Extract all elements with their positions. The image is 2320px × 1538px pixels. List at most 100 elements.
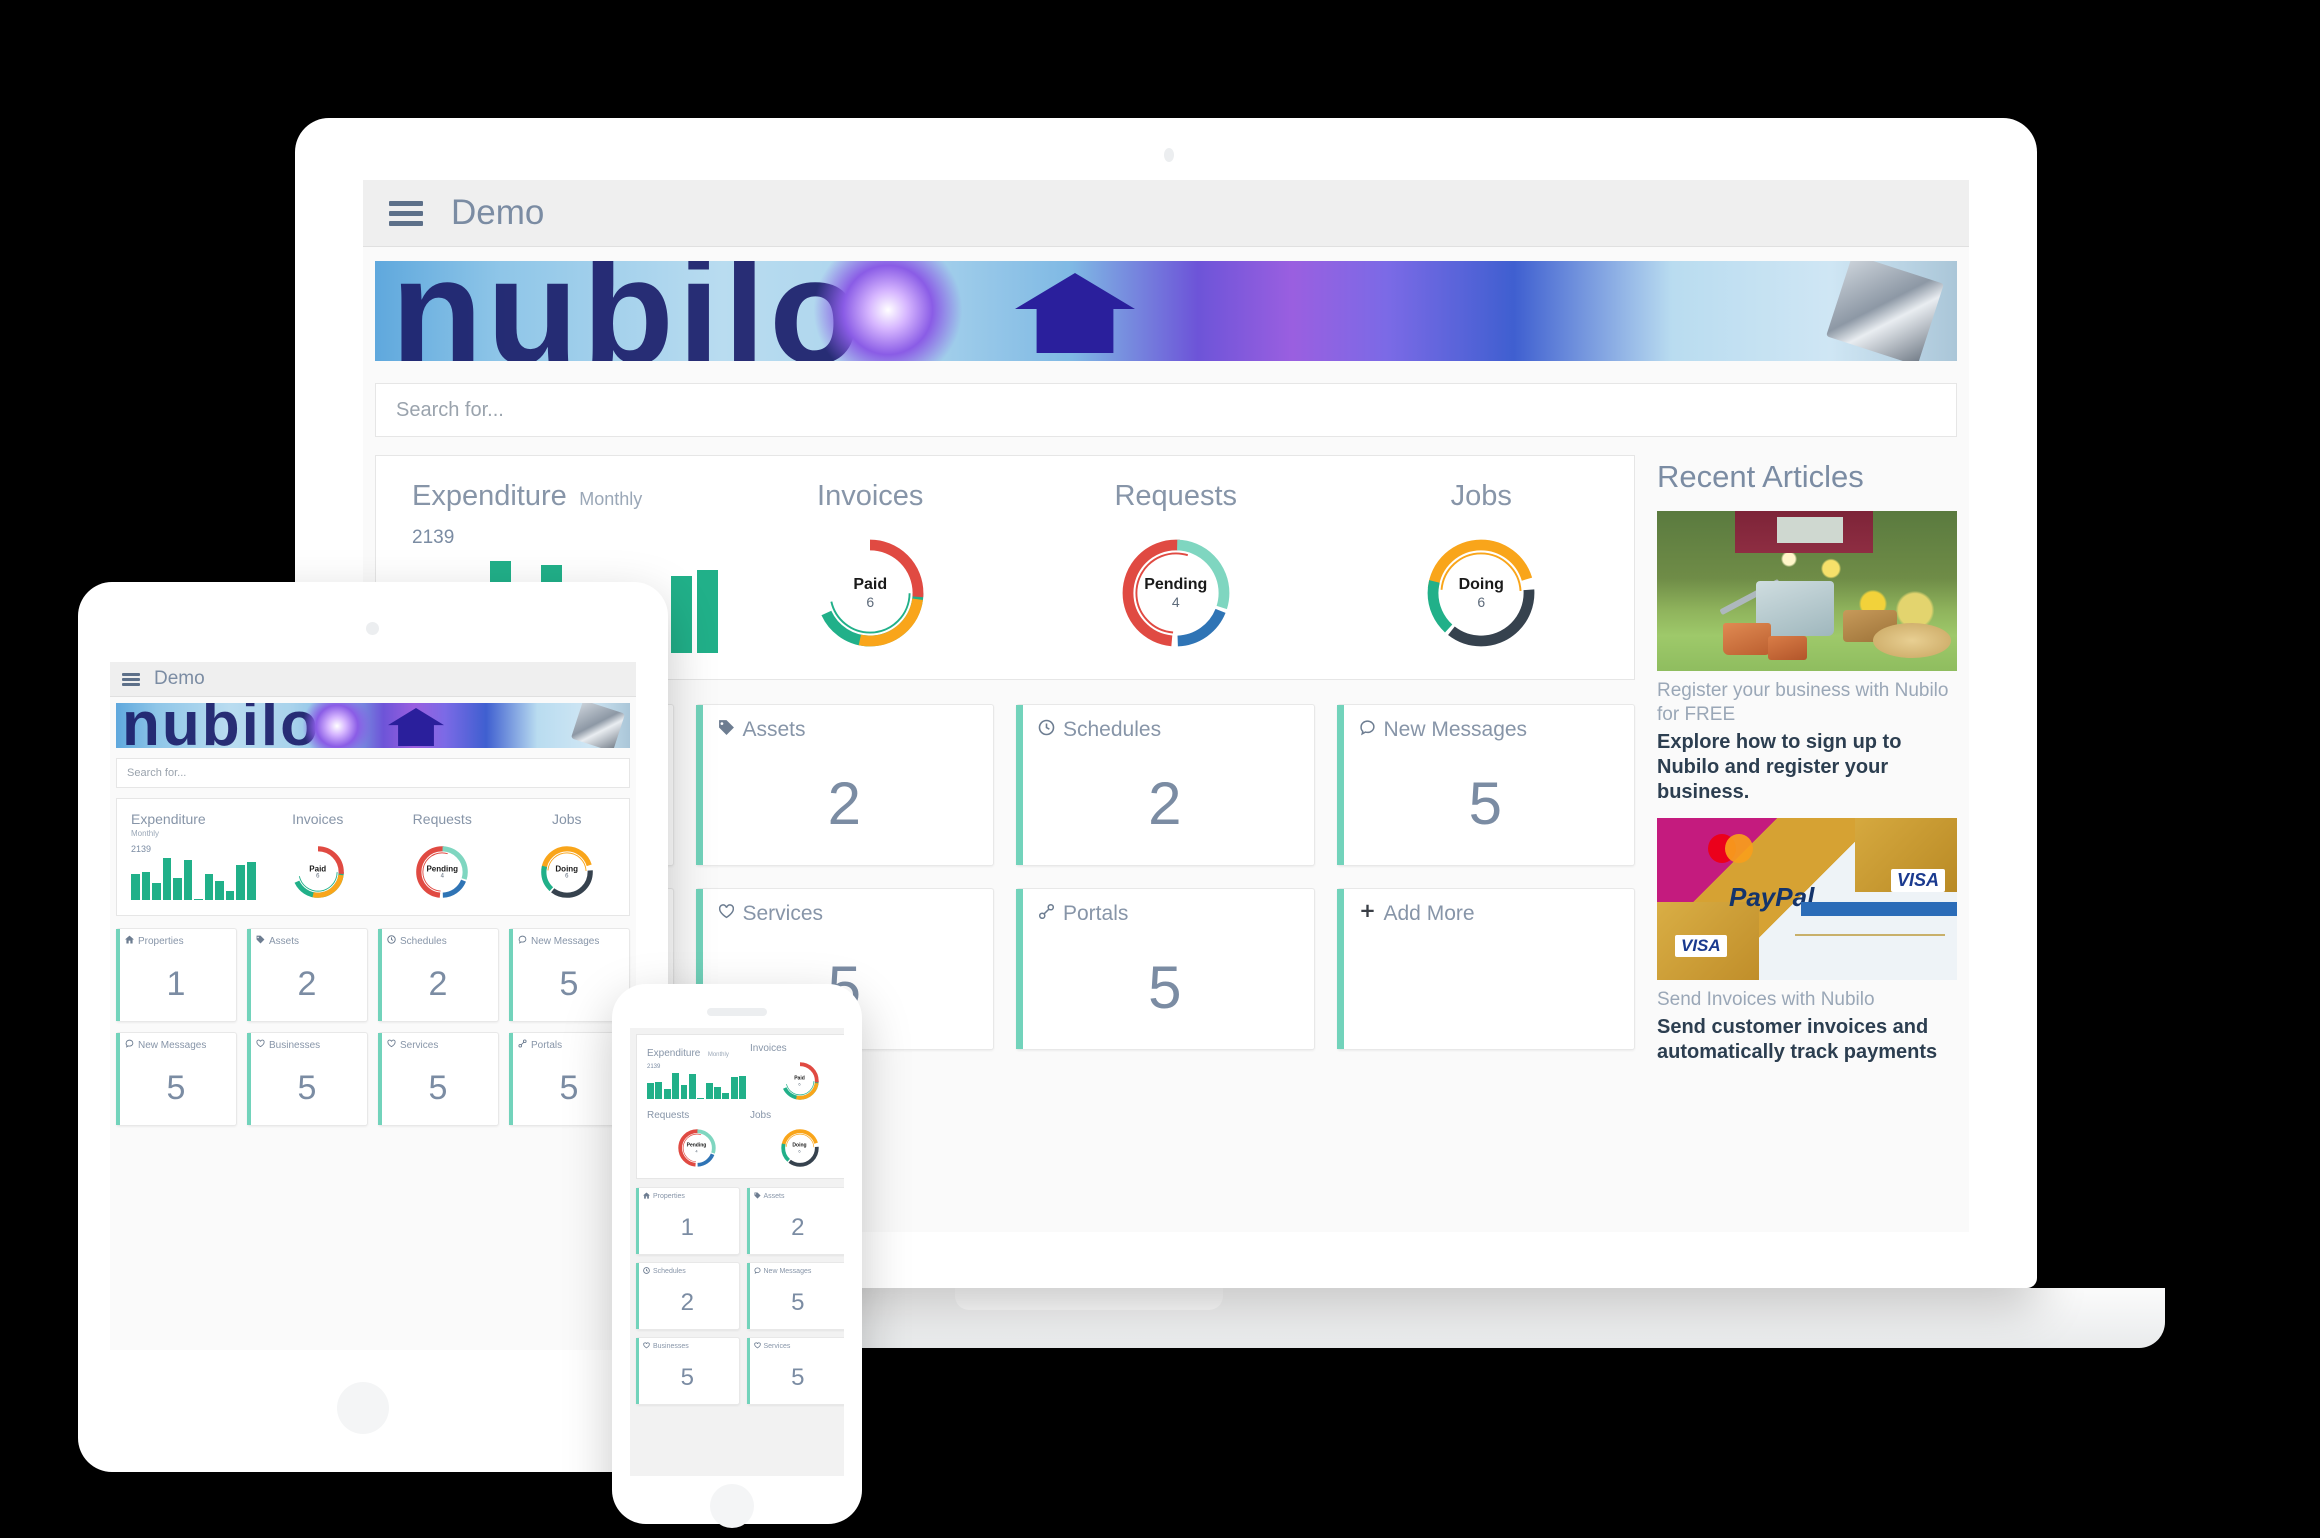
kpi-expenditure[interactable]: Expenditure Monthly 2139 — [117, 811, 256, 901]
tile-services-value: 5 — [428, 1068, 448, 1107]
kpi-invoices-title: Invoices — [292, 811, 344, 827]
tile-portals[interactable]: Portals 5 — [1016, 888, 1315, 1050]
kpi-jobs[interactable]: Jobs Doing 6 — [505, 811, 630, 901]
tile-schedules[interactable]: Schedules 2 — [636, 1262, 740, 1330]
article-card[interactable]: Register your business with Nubilo for F… — [1657, 511, 1957, 806]
tile-portals-label: Portals — [531, 1039, 563, 1051]
tile-services-label: Services — [742, 902, 824, 925]
kpi-invoices-title: Invoices — [750, 1043, 787, 1054]
kpi-jobs[interactable]: Jobs Doing 6 — [1329, 480, 1635, 653]
tile-assets-value: 2 — [827, 770, 861, 837]
hero-banner: nubilo — [116, 703, 630, 748]
clock-icon — [387, 935, 396, 947]
kpi-invoices[interactable]: Invoices Paid 6 — [746, 1043, 844, 1102]
kpi-requests[interactable]: Requests Pending 4 — [637, 1110, 746, 1169]
tile-new-messages-value: 5 — [791, 1288, 805, 1316]
kpi-expenditure-subtitle: Monthly — [579, 489, 643, 509]
banner-wordmark: nubilo — [391, 261, 865, 361]
hamburger-icon[interactable] — [122, 672, 140, 686]
recent-articles-sidebar: Recent Articles Register your business w… — [1653, 455, 1957, 1066]
article-card[interactable]: PayPal VISA VISA Send Invoices with Nubi… — [1657, 817, 1957, 1066]
home-icon — [125, 935, 134, 947]
tile-new-messages[interactable]: New Messages 5 — [509, 928, 630, 1022]
tile-businesses[interactable]: Businesses 5 — [247, 1032, 368, 1126]
tiles-grid-phone: Properties 1 Assets 2 Schedules 2 New Me… — [636, 1187, 844, 1405]
tile-schedules-value: 2 — [428, 964, 448, 1003]
expenditure-bar-chart — [131, 858, 256, 900]
tile-assets-label: Assets — [269, 935, 300, 947]
tile-label: New Messages — [138, 1039, 207, 1051]
tile-assets[interactable]: Assets 2 — [695, 704, 994, 866]
bar — [663, 1088, 671, 1099]
kpi-invoices-title: Invoices — [817, 480, 924, 512]
kpi-expenditure[interactable]: Expenditure Monthly 2139 — [637, 1043, 746, 1102]
kpi-jobs[interactable]: Jobs Doing 6 — [746, 1110, 844, 1169]
jobs-donut-label: Doing — [555, 864, 579, 874]
requests-donut-value: 4 — [1171, 594, 1180, 610]
tile-add-more[interactable]: Add More — [1336, 888, 1635, 1050]
bar — [247, 862, 256, 900]
kpi-expenditure-subtitle: Monthly — [131, 829, 160, 838]
tile-new-messages-value: 5 — [559, 964, 579, 1003]
tile-value: 5 — [166, 1068, 186, 1107]
tile-schedules[interactable]: Schedules 2 — [378, 928, 499, 1022]
phone-home-button[interactable] — [710, 1484, 754, 1528]
bar — [670, 575, 692, 653]
tile-new-messages-2[interactable]: New Messages 5 — [116, 1032, 237, 1126]
bar — [236, 864, 246, 900]
jobs-donut-value: 6 — [565, 873, 569, 880]
app-window-phone: Expenditure Monthly 2139 Invoices Paid6 — [630, 1028, 844, 1476]
banner-burst-icon — [813, 261, 963, 361]
kpi-requests[interactable]: Requests Pending 4 — [1023, 480, 1329, 653]
tile-portals-label: Portals — [1063, 902, 1129, 925]
bar — [739, 1075, 746, 1099]
kpi-invoices[interactable]: Invoices Paid 6 — [718, 480, 1024, 653]
tile-assets[interactable]: Assets 2 — [247, 928, 368, 1022]
kpi-jobs-title: Jobs — [750, 1110, 772, 1121]
app-title: Demo — [154, 668, 205, 689]
bar — [194, 898, 203, 900]
tile-schedules[interactable]: Schedules 2 — [1016, 704, 1315, 866]
tile-properties[interactable]: Properties 1 — [116, 928, 237, 1022]
invoices-donut-chart: Paid 6 — [289, 843, 347, 901]
tile-services[interactable]: Services 5 — [378, 1032, 499, 1126]
kpi-invoices[interactable]: Invoices Paid 6 — [256, 811, 381, 901]
app-window-tablet: Demo nubilo Search for... Expenditure Mo… — [110, 662, 636, 1350]
tile-properties-value: 1 — [680, 1213, 694, 1241]
article-title: Send customer invoices and automatically… — [1657, 1016, 1938, 1064]
tile-businesses[interactable]: Businesses 5 — [636, 1337, 740, 1405]
hamburger-icon[interactable] — [389, 200, 423, 226]
tile-services[interactable]: Services 5 — [746, 1337, 844, 1405]
bar — [204, 873, 214, 900]
requests-donut-label: Pending — [1144, 576, 1208, 593]
tile-schedules-label: Schedules — [400, 935, 447, 947]
laptop-camera-icon — [1164, 148, 1174, 162]
tablet-home-button[interactable] — [337, 1382, 389, 1434]
kpi-expenditure-title: Expenditure — [647, 1048, 701, 1059]
tile-new-messages[interactable]: New Messages 5 — [746, 1262, 844, 1330]
kpi-requests[interactable]: Requests Pending 4 — [380, 811, 505, 901]
search-placeholder: Search for... — [396, 398, 504, 421]
tile-properties-label: Properties — [138, 935, 184, 947]
tile-schedules-label: Schedules — [653, 1268, 686, 1275]
tiles-grid-tablet: Properties 1 Assets 2 Schedules 2 New Me… — [116, 928, 630, 1126]
tile-businesses-value: 5 — [680, 1363, 694, 1391]
search-input[interactable]: Search for... — [375, 383, 1957, 437]
comment-icon — [1359, 718, 1376, 742]
heart-icon — [753, 1342, 761, 1351]
clock-icon — [643, 1267, 650, 1276]
screenshot-stage: Demo nubilo Search for... Expenditure Mo… — [0, 0, 2320, 1538]
tile-new-messages[interactable]: New Messages 5 — [1336, 704, 1635, 866]
tile-add-more-value — [1337, 926, 1635, 1049]
kpi-expenditure-value: 2139 — [647, 1064, 661, 1070]
tile-services-label: Services — [763, 1343, 791, 1350]
requests-donut-value: 4 — [440, 873, 444, 880]
kpi-expenditure-title: Expenditure — [412, 480, 567, 512]
search-placeholder: Search for... — [127, 767, 187, 779]
invoices-donut-value: 6 — [316, 873, 320, 880]
kpi-requests-title: Requests — [412, 811, 472, 827]
tile-assets-value: 2 — [791, 1213, 805, 1241]
search-input[interactable]: Search for... — [116, 758, 630, 788]
tile-properties[interactable]: Properties 1 — [636, 1187, 740, 1255]
tile-assets[interactable]: Assets 2 — [746, 1187, 844, 1255]
